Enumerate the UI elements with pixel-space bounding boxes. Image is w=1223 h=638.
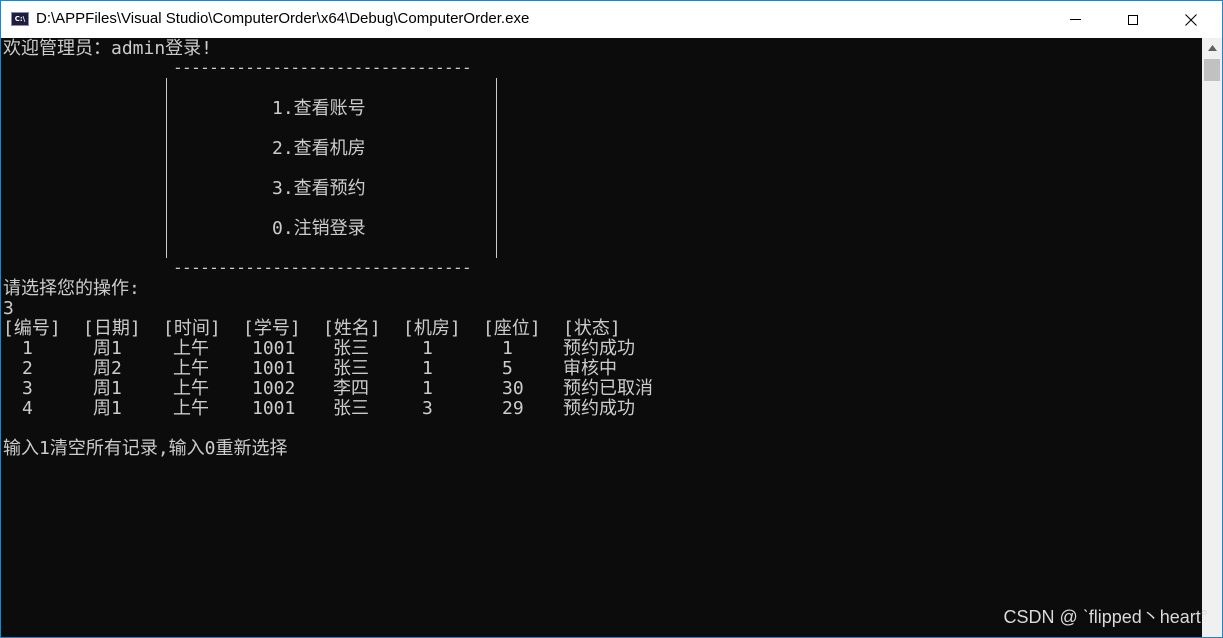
table-cell: 李四: [333, 378, 369, 399]
table-cell: 29: [502, 398, 524, 419]
menu-left-border: [166, 78, 167, 258]
table-cell: 3: [22, 378, 33, 399]
scroll-thumb[interactable]: [1204, 59, 1220, 81]
console-app-icon[interactable]: C:\: [11, 12, 29, 26]
console-output[interactable]: 欢迎管理员：admin登录! -------------------------…: [1, 38, 1202, 637]
table-cell: 1: [422, 378, 433, 399]
table-cell: 5: [502, 358, 513, 379]
table-cell: 张三: [333, 338, 369, 359]
table-cell: 张三: [333, 398, 369, 419]
maximize-icon: [1128, 14, 1138, 25]
close-icon: [1185, 13, 1197, 26]
table-header: [编号]: [3, 318, 61, 339]
table-cell: 1: [422, 338, 433, 359]
menu-item-view-accounts: 1.查看账号: [272, 98, 366, 119]
table-cell: 1002: [252, 378, 296, 399]
user-input-echo: 3: [3, 298, 14, 319]
table-cell: 预约成功: [563, 398, 635, 419]
menu-item-view-reservations: 3.查看预约: [272, 178, 366, 199]
console-window: C:\ D:\APPFiles\Visual Studio\ComputerOr…: [0, 0, 1223, 638]
minimize-button[interactable]: [1046, 1, 1104, 38]
table-header: [姓名]: [323, 318, 381, 339]
table-header: [状态]: [563, 318, 621, 339]
operation-prompt: 请选择您的操作:: [3, 278, 140, 299]
table-cell: 上午: [173, 358, 209, 379]
table-cell: 30: [502, 378, 524, 399]
menu-top-border: ---------------------------------: [173, 58, 472, 77]
table-cell: 预约已取消: [563, 378, 653, 399]
menu-right-border: [496, 78, 497, 258]
clear-records-prompt: 输入1清空所有记录,输入0重新选择: [3, 438, 288, 459]
table-header: [日期]: [83, 318, 141, 339]
maximize-button[interactable]: [1104, 1, 1162, 38]
table-cell: 预约成功: [563, 338, 635, 359]
scroll-up-arrow-icon: [1207, 45, 1217, 51]
table-cell: 1001: [252, 338, 296, 359]
table-cell: 审核中: [563, 358, 617, 379]
table-cell: 1: [502, 338, 513, 359]
menu-bottom-border: ---------------------------------: [173, 258, 472, 277]
table-cell: 1: [22, 338, 33, 359]
table-cell: 周2: [93, 358, 122, 379]
title-bar[interactable]: C:\ D:\APPFiles\Visual Studio\ComputerOr…: [1, 1, 1222, 38]
table-cell: 周1: [93, 398, 122, 419]
minimize-icon: [1069, 19, 1081, 20]
table-header: [时间]: [163, 318, 221, 339]
csdn-watermark: CSDN @ ˋflipped丶heart°: [1003, 607, 1208, 627]
table-cell: 1: [422, 358, 433, 379]
vertical-scrollbar[interactable]: [1202, 38, 1222, 637]
window-title: D:\APPFiles\Visual Studio\ComputerOrder\…: [36, 10, 530, 27]
table-cell: 上午: [173, 378, 209, 399]
table-cell: 1001: [252, 398, 296, 419]
table-header: [学号]: [243, 318, 301, 339]
menu-item-view-rooms: 2.查看机房: [272, 138, 366, 159]
table-cell: 1001: [252, 358, 296, 379]
table-header: [座位]: [483, 318, 541, 339]
scroll-up-button[interactable]: [1202, 38, 1222, 58]
table-cell: 周1: [93, 378, 122, 399]
table-cell: 3: [422, 398, 433, 419]
welcome-message: 欢迎管理员：admin登录!: [3, 38, 213, 59]
table-cell: 张三: [333, 358, 369, 379]
table-cell: 上午: [173, 398, 209, 419]
close-button[interactable]: [1162, 1, 1220, 38]
menu-item-logout: 0.注销登录: [272, 218, 366, 239]
table-cell: 周1: [93, 338, 122, 359]
table-cell: 上午: [173, 338, 209, 359]
table-cell: 2: [22, 358, 33, 379]
table-header: [机房]: [403, 318, 461, 339]
table-cell: 4: [22, 398, 33, 419]
